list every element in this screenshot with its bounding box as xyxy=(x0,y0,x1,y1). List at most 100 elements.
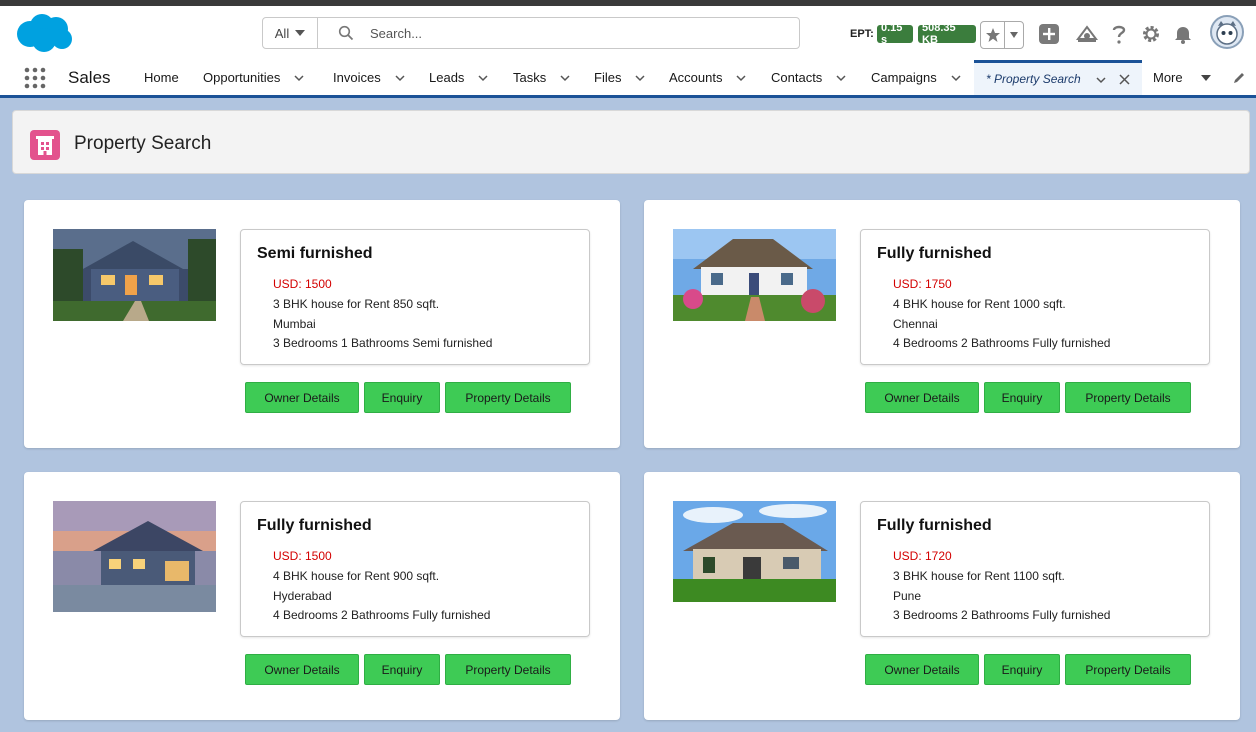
gear-icon xyxy=(1143,26,1159,42)
price: USD: 1720 xyxy=(893,549,952,563)
user-avatar[interactable] xyxy=(1210,15,1244,49)
furnishing-type: Semi furnished xyxy=(257,245,373,262)
help-button[interactable] xyxy=(1107,22,1131,46)
enquiry-button[interactable]: Enquiry xyxy=(364,382,440,413)
nav-item-label: Opportunities xyxy=(203,70,281,85)
chevron-down-icon xyxy=(1200,74,1211,81)
plus-icon xyxy=(1039,24,1059,44)
search-input[interactable] xyxy=(368,24,772,42)
chevron-down-icon[interactable] xyxy=(560,73,570,83)
nav-item-label: Accounts xyxy=(669,70,723,85)
astro-avatar-icon xyxy=(1216,21,1238,45)
bell-icon xyxy=(1175,27,1191,44)
price: USD: 1500 xyxy=(273,277,332,291)
page-size-badge: 508.35 KB xyxy=(918,22,976,46)
property-details-button[interactable]: Property Details xyxy=(445,382,571,413)
chevron-down-icon[interactable] xyxy=(395,73,405,83)
setup-button[interactable] xyxy=(1139,22,1163,46)
trailhead-icon xyxy=(1076,25,1098,42)
property-card: Fully furnished USD: 1720 3 BHK house fo… xyxy=(644,472,1240,720)
chevron-down-icon xyxy=(1010,32,1019,38)
enquiry-button[interactable]: Enquiry xyxy=(364,654,440,685)
owner-details-button[interactable]: Owner Details xyxy=(245,654,359,685)
nav-item-label: Tasks xyxy=(513,70,547,85)
global-header: All EPT: 0.15 s 508.35 KB xyxy=(0,6,1256,60)
chevron-down-icon[interactable] xyxy=(836,73,846,83)
chevron-down-icon[interactable] xyxy=(951,73,961,83)
owner-details-button[interactable]: Owner Details xyxy=(865,382,979,413)
nav-item-tasks[interactable]: Tasks xyxy=(513,60,570,95)
chevron-down-icon xyxy=(295,30,306,36)
property-details-button[interactable]: Property Details xyxy=(1065,654,1191,685)
property-details-button[interactable]: Property Details xyxy=(445,654,571,685)
property-photo xyxy=(53,229,216,321)
price: USD: 1750 xyxy=(893,277,952,291)
nav-item-opportunities[interactable]: Opportunities xyxy=(203,60,304,95)
property-info-box: Fully furnished USD: 1750 4 BHK house fo… xyxy=(860,229,1210,365)
property-photo xyxy=(53,501,216,612)
edit-nav-icon[interactable] xyxy=(1232,71,1246,85)
close-icon[interactable] xyxy=(1119,74,1130,85)
global-search: All xyxy=(262,17,800,49)
nav-item-invoices[interactable]: Invoices xyxy=(333,60,405,95)
owner-details-button[interactable]: Owner Details xyxy=(245,382,359,413)
city: Chennai xyxy=(893,317,938,331)
property-info-box: Fully furnished USD: 1500 4 BHK house fo… xyxy=(240,501,590,637)
trailhead-button[interactable] xyxy=(1075,22,1099,46)
chevron-down-icon[interactable] xyxy=(635,73,645,83)
chevron-down-icon[interactable] xyxy=(478,73,488,83)
furnishing-type: Fully furnished xyxy=(877,517,992,534)
nav-item-accounts[interactable]: Accounts xyxy=(669,60,747,95)
nav-item-files[interactable]: Files xyxy=(594,60,645,95)
page-title: Property Search xyxy=(74,133,212,154)
nav-item-home[interactable]: Home xyxy=(144,60,179,95)
salesforce-logo[interactable] xyxy=(14,12,74,54)
nav-item-campaigns[interactable]: Campaigns xyxy=(871,60,961,95)
chevron-down-icon[interactable] xyxy=(1096,75,1106,85)
star-icon xyxy=(985,28,1000,42)
tab-property-search[interactable]: * Property Search xyxy=(974,60,1142,95)
tab-property-search-label: * Property Search xyxy=(986,72,1081,86)
city: Mumbai xyxy=(273,317,316,331)
nav-more-label: More xyxy=(1153,70,1183,85)
favorites-group xyxy=(980,21,1024,49)
nav-item-label: Contacts xyxy=(771,70,823,85)
help-icon xyxy=(1112,25,1126,44)
nav-more-menu[interactable]: More xyxy=(1153,60,1211,95)
property-card: Semi furnished USD: 1500 3 BHK house for… xyxy=(24,200,620,448)
property-photo xyxy=(673,501,836,602)
nav-item-label: Invoices xyxy=(333,70,381,85)
property-details-button[interactable]: Property Details xyxy=(1065,382,1191,413)
description: 4 BHK house for Rent 900 sqft. xyxy=(273,569,440,583)
notifications-button[interactable] xyxy=(1171,22,1195,46)
favorite-star-button[interactable] xyxy=(981,22,1006,48)
chevron-down-icon[interactable] xyxy=(736,73,747,83)
nav-item-leads[interactable]: Leads xyxy=(429,60,488,95)
building-icon xyxy=(30,130,60,160)
property-info-box: Semi furnished USD: 1500 3 BHK house for… xyxy=(240,229,590,365)
page-header: Property Search xyxy=(12,110,1250,174)
nav-item-label: Campaigns xyxy=(871,70,937,85)
description: 3 BHK house for Rent 850 sqft. xyxy=(273,297,440,311)
favorites-dropdown-button[interactable] xyxy=(1005,22,1023,48)
property-card: Fully furnished USD: 1750 4 BHK house fo… xyxy=(644,200,1240,448)
app-launcher-icon[interactable] xyxy=(24,67,46,89)
enquiry-button[interactable]: Enquiry xyxy=(984,382,1060,413)
nav-item-label: Leads xyxy=(429,70,465,85)
ept-time-badge: 0.15 s xyxy=(877,22,913,46)
rooms: 4 Bedrooms 2 Bathrooms Fully furnished xyxy=(273,608,491,622)
search-scope-dropdown[interactable]: All xyxy=(263,18,318,48)
enquiry-button[interactable]: Enquiry xyxy=(984,654,1060,685)
rooms: 3 Bedrooms 1 Bathrooms Semi furnished xyxy=(273,336,493,350)
rooms: 3 Bedrooms 2 Bathrooms Fully furnished xyxy=(893,608,1111,622)
nav-item-label: Home xyxy=(144,70,179,85)
owner-details-button[interactable]: Owner Details xyxy=(865,654,979,685)
furnishing-type: Fully furnished xyxy=(877,245,992,262)
property-info-box: Fully furnished USD: 1720 3 BHK house fo… xyxy=(860,501,1210,637)
nav-item-label: Files xyxy=(594,70,622,85)
nav-item-contacts[interactable]: Contacts xyxy=(771,60,846,95)
search-icon xyxy=(338,25,354,41)
global-actions-button[interactable] xyxy=(1037,22,1061,46)
chevron-down-icon[interactable] xyxy=(294,73,304,83)
property-photo xyxy=(673,229,836,321)
